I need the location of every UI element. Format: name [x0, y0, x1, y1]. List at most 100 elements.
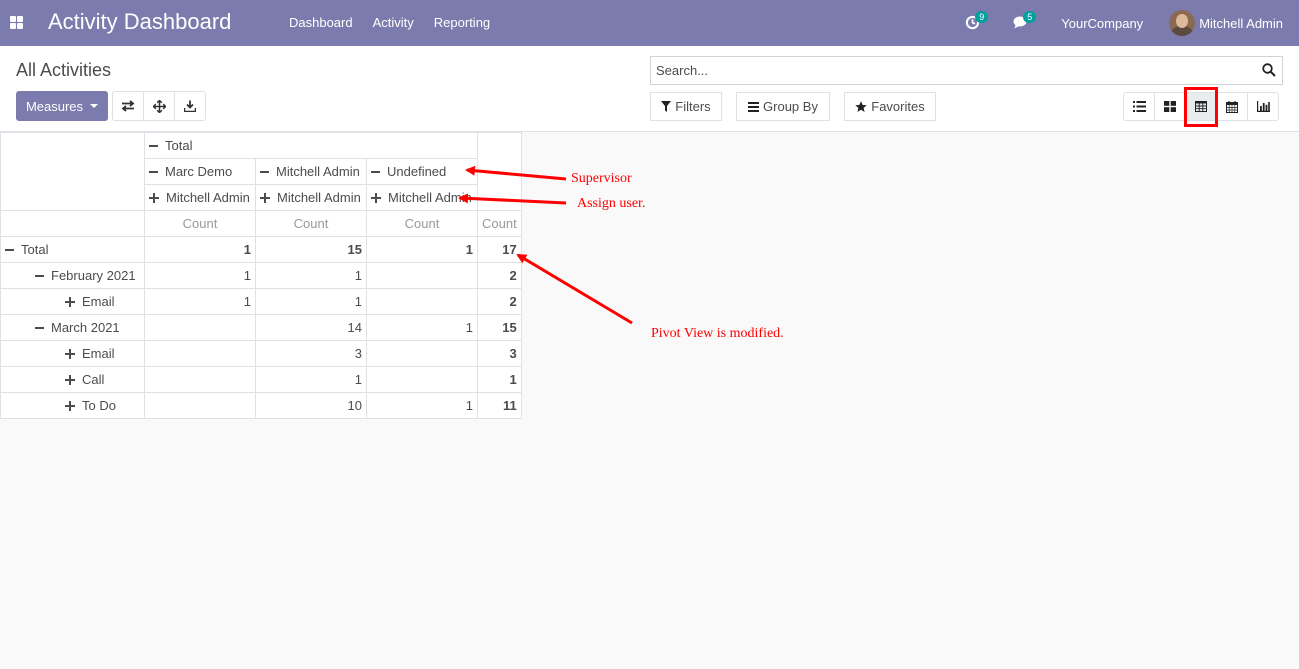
company-switcher[interactable]: YourCompany — [1061, 16, 1143, 31]
pivot-cell[interactable] — [366, 288, 478, 315]
assignee-label: Mitchell Admin — [166, 190, 250, 205]
pivot-cell[interactable]: 1 — [366, 392, 478, 419]
pivot-cell[interactable] — [366, 262, 478, 289]
activity-clock-icon[interactable]: 9 — [965, 11, 989, 31]
col-header-supervisor[interactable]: Mitchell Admin — [255, 158, 367, 185]
star-icon — [855, 100, 867, 112]
exchange-icon — [121, 100, 135, 112]
measure-header[interactable]: Count — [144, 210, 256, 237]
pivot-total-cell[interactable]: 15 — [477, 314, 522, 341]
expand-all-button[interactable] — [143, 91, 175, 121]
row-header-label: To Do — [82, 398, 116, 413]
search-icon[interactable] — [1262, 63, 1276, 77]
pivot-cell[interactable]: 15 — [255, 236, 367, 263]
view-pivot-button[interactable] — [1185, 92, 1217, 121]
view-kanban-button[interactable] — [1154, 92, 1186, 121]
col-header-assignee[interactable]: Mitchell Admin — [144, 184, 256, 211]
pivot-cell[interactable]: 1 — [144, 288, 256, 315]
favorites-label: Favorites — [871, 99, 925, 114]
menu-item-activity[interactable]: Activity — [373, 15, 414, 30]
measure-header[interactable]: Count — [255, 210, 367, 237]
download-button[interactable] — [174, 91, 206, 121]
expand-icon — [65, 348, 75, 359]
pivot-cell[interactable]: 1 — [255, 288, 367, 315]
measures-button[interactable]: Measures — [16, 91, 108, 121]
pivot-cell[interactable]: 1 — [366, 236, 478, 263]
pivot-total-cell[interactable]: 11 — [477, 392, 522, 419]
pivot-cell[interactable] — [366, 366, 478, 393]
pivot-total-cell[interactable]: 3 — [477, 340, 522, 367]
pivot-total-cell[interactable]: 1 — [477, 366, 522, 393]
pivot-row: March 2021 14 1 15 — [0, 314, 522, 341]
row-header[interactable]: March 2021 — [0, 314, 145, 341]
pivot-cell[interactable]: 3 — [255, 340, 367, 367]
pivot-cell[interactable]: 1 — [255, 366, 367, 393]
pivot-total-cell[interactable]: 2 — [477, 262, 522, 289]
row-header[interactable]: Total — [0, 236, 145, 263]
pivot-row: February 2021 1 1 2 — [0, 262, 522, 289]
user-menu[interactable]: Mitchell Admin — [1199, 16, 1283, 31]
row-header[interactable]: Email — [0, 340, 145, 367]
row-header-label: February 2021 — [51, 268, 136, 283]
pivot-cell[interactable] — [144, 314, 256, 341]
pivot-corner — [0, 132, 145, 211]
col-header-assignee[interactable]: Mitchell Admin — [366, 184, 478, 211]
pivot-cell[interactable] — [144, 366, 256, 393]
col-header-assignee[interactable]: Mitchell Admin — [255, 184, 367, 211]
arrow-to-total — [516, 253, 633, 325]
pivot-cell[interactable] — [144, 392, 256, 419]
assignee-label: Mitchell Admin — [388, 190, 472, 205]
pivot-cell[interactable]: 1 — [255, 262, 367, 289]
measures-label: Measures — [25, 98, 84, 114]
collapse-icon — [149, 144, 158, 147]
col-header-total-label: Total — [165, 138, 193, 153]
menu-item-dashboard[interactable]: Dashboard — [289, 15, 353, 30]
supervisor-label: Undefined — [387, 164, 447, 179]
messages-chat-icon[interactable]: 5 — [1013, 11, 1037, 31]
pivot-cell[interactable]: 1 — [144, 236, 256, 263]
pivot-cell[interactable] — [144, 340, 256, 367]
pivot-total-cell[interactable]: 17 — [477, 236, 522, 263]
view-graph-button[interactable] — [1247, 92, 1279, 121]
row-header[interactable]: Call — [0, 366, 145, 393]
pivot-total-cell[interactable]: 2 — [477, 288, 522, 315]
row-header-label: Call — [82, 372, 105, 387]
supervisor-label: Mitchell Admin — [276, 164, 360, 179]
download-icon — [184, 100, 196, 112]
caret-down-icon — [90, 104, 99, 108]
measure-header[interactable]: Count — [366, 210, 478, 237]
row-header[interactable]: February 2021 — [0, 262, 145, 289]
pivot-cell[interactable]: 1 — [366, 314, 478, 341]
main-menu: Dashboard Activity Reporting — [289, 15, 490, 30]
group-by-button[interactable]: Group By — [736, 92, 830, 121]
favorites-button[interactable]: Favorites — [844, 92, 936, 121]
view-list-button[interactable] — [1123, 92, 1155, 121]
pivot-row: Email 1 1 2 — [0, 288, 522, 315]
table-icon — [1195, 101, 1207, 112]
flip-axis-button[interactable] — [112, 91, 144, 121]
user-avatar[interactable] — [1169, 10, 1196, 36]
col-header-supervisor[interactable]: Marc Demo — [144, 158, 256, 185]
menu-item-reporting[interactable]: Reporting — [434, 15, 490, 30]
col-header-supervisor[interactable]: Undefined — [366, 158, 478, 185]
row-header[interactable]: Email — [0, 288, 145, 315]
apps-grid-icon[interactable] — [10, 16, 23, 29]
measure-header[interactable]: Count — [477, 210, 522, 237]
expand-icon — [65, 296, 75, 307]
pivot-cell[interactable]: 10 — [255, 392, 367, 419]
annotation-pivot-modified: Pivot View is modified. — [651, 326, 784, 341]
row-header[interactable]: To Do — [0, 392, 145, 419]
pivot-cell[interactable]: 1 — [144, 262, 256, 289]
col-header-total[interactable]: Total — [144, 132, 478, 159]
search-bar — [650, 56, 1283, 85]
view-switcher — [1123, 92, 1279, 121]
pivot-cell[interactable]: 14 — [255, 314, 367, 341]
row-header-label: Email — [82, 294, 115, 309]
filters-button[interactable]: Filters — [650, 92, 722, 121]
view-calendar-button[interactable] — [1216, 92, 1248, 121]
search-input[interactable] — [651, 57, 1251, 84]
pivot-cell[interactable] — [366, 340, 478, 367]
annotation-supervisor: Supervisor — [571, 171, 632, 186]
collapse-icon — [371, 170, 380, 173]
pivot-table: Total Marc Demo Mitchell Admin Undefined… — [0, 132, 522, 419]
